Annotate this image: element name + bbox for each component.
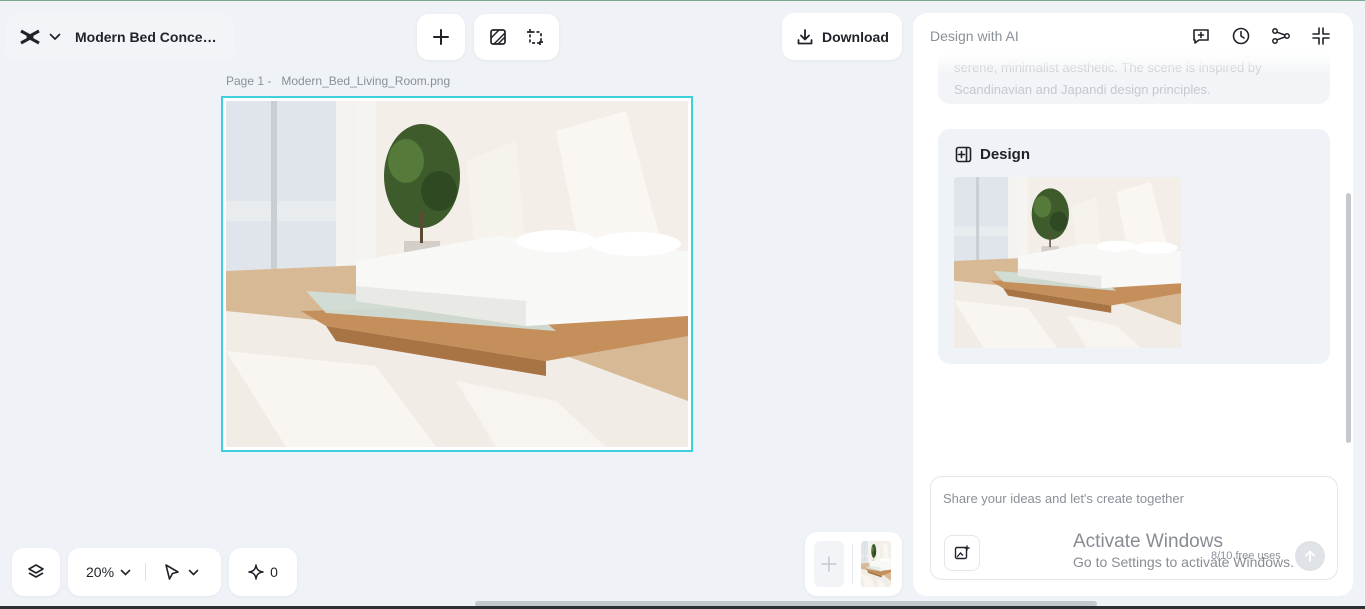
free-uses-counter: 8/10 free uses	[1211, 550, 1281, 562]
download-button[interactable]: Download	[782, 13, 902, 60]
prompt-input[interactable]	[943, 491, 1323, 531]
prompt-box: 8/10 free uses	[930, 476, 1338, 580]
cursor-tool-icon[interactable]	[164, 563, 180, 581]
layers-icon	[27, 563, 45, 581]
arrow-up-icon	[1303, 549, 1317, 563]
chevron-down-icon[interactable]	[188, 569, 199, 576]
credits-button[interactable]: 0	[229, 548, 297, 596]
panel-actions	[1191, 26, 1331, 46]
download-label: Download	[822, 28, 889, 45]
chevron-down-icon[interactable]	[120, 569, 131, 576]
share-icon[interactable]	[1271, 26, 1291, 46]
chevron-down-icon[interactable]	[49, 33, 61, 41]
design-section-header: Design	[955, 146, 1030, 163]
design-result-card: Design	[938, 129, 1330, 364]
zoom-level[interactable]: 20%	[86, 564, 114, 580]
capcut-logo-icon	[19, 28, 41, 46]
add-element-button[interactable]	[417, 14, 465, 60]
divider	[145, 563, 147, 581]
sparkle-icon	[248, 564, 264, 580]
page-number: Page 1 -	[226, 74, 272, 88]
project-title[interactable]: Modern Bed Conce…	[75, 29, 217, 45]
file-name[interactable]: Modern_Bed_Living_Room.png	[281, 74, 450, 88]
panel-scrollbar[interactable]	[1346, 193, 1351, 443]
panel-title: Design with AI	[930, 28, 1019, 44]
resize-icon[interactable]	[526, 28, 544, 46]
history-icon[interactable]	[1231, 26, 1251, 46]
new-chat-icon[interactable]	[1191, 26, 1211, 46]
bedroom-image[interactable]	[226, 101, 688, 447]
top-border	[0, 0, 1365, 1]
canvas-selected-image[interactable]	[221, 96, 693, 452]
page-label: Page 1 - Modern_Bed_Living_Room.png	[226, 74, 450, 88]
credits-count: 0	[270, 564, 278, 580]
collapse-icon[interactable]	[1311, 26, 1331, 46]
download-icon	[796, 28, 814, 46]
design-icon	[955, 146, 972, 163]
plus-icon	[820, 555, 838, 573]
background-pattern-icon[interactable]	[489, 28, 507, 46]
canvas-tools	[474, 14, 559, 60]
design-thumbnail[interactable]	[954, 177, 1181, 348]
divider	[852, 544, 853, 584]
zoom-control: 20%	[68, 548, 221, 596]
attach-image-button[interactable]	[944, 535, 980, 571]
layers-button[interactable]	[12, 548, 60, 596]
scroll-fade	[938, 53, 1330, 75]
page-thumbnail[interactable]	[861, 541, 891, 587]
add-page-button[interactable]	[814, 541, 844, 587]
send-button[interactable]	[1295, 541, 1325, 571]
image-upload-icon	[954, 545, 970, 561]
project-menu[interactable]: Modern Bed Conce…	[6, 14, 234, 60]
page-thumbnails	[805, 532, 902, 596]
plus-icon	[432, 28, 450, 46]
ai-design-panel: Design with AI serene, minimalist aesthe…	[913, 13, 1353, 596]
design-section-title: Design	[980, 146, 1031, 163]
